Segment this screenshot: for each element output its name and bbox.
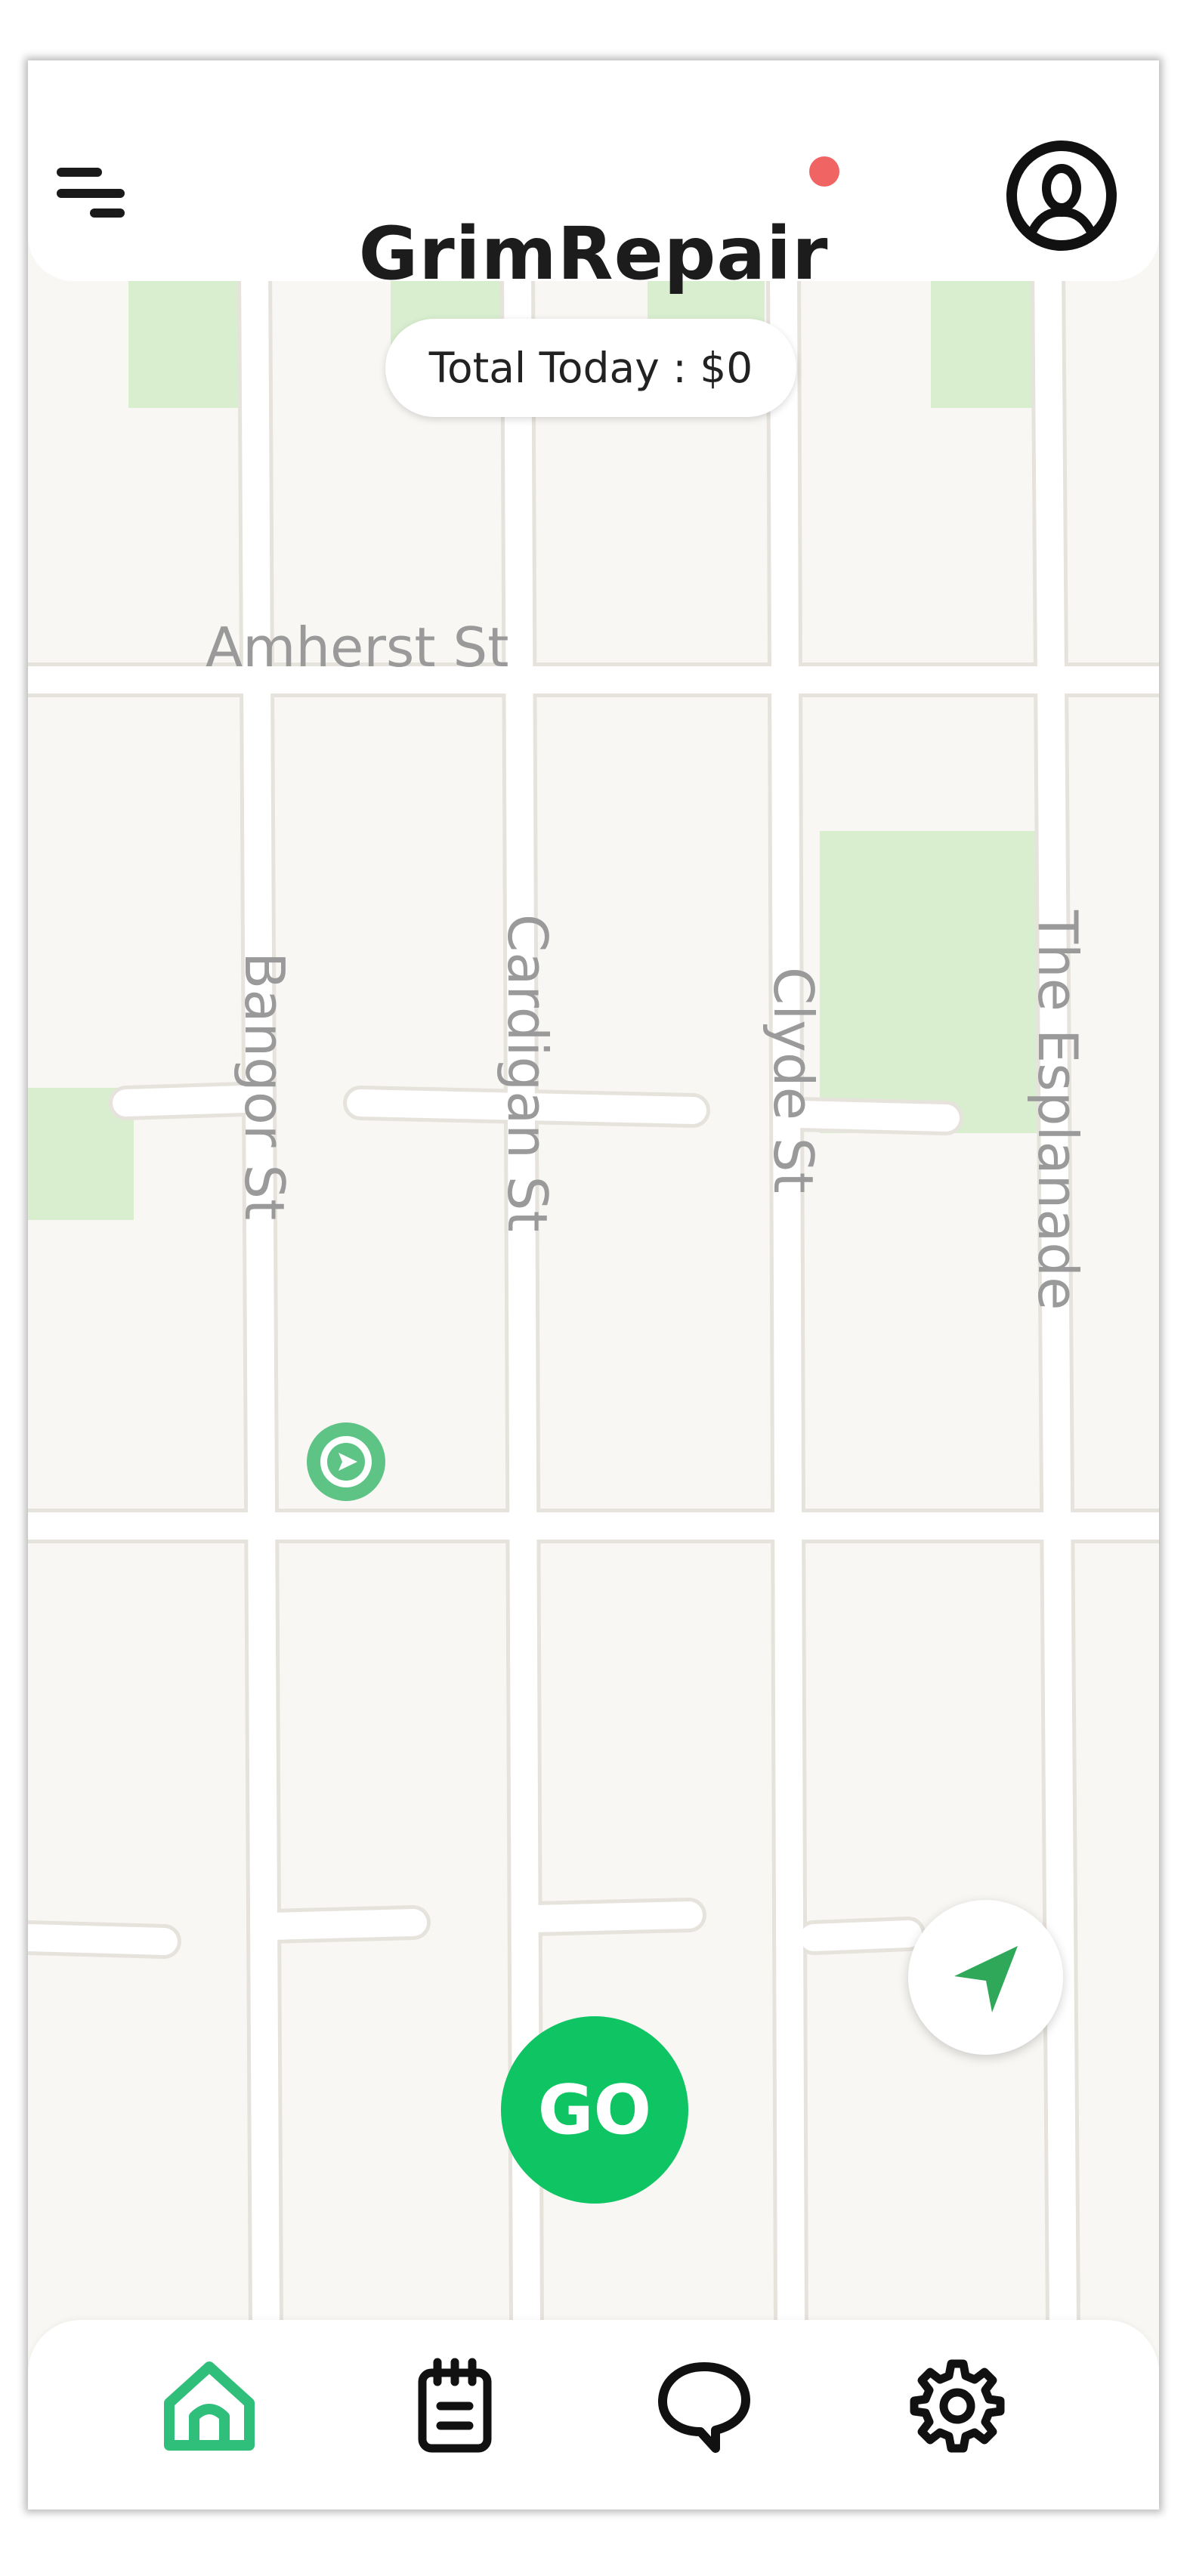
street-label-bangor: Bangor St: [233, 952, 296, 1220]
notepad-icon[interactable]: [406, 2356, 504, 2454]
total-today-badge: Total Today : $0: [385, 319, 796, 417]
user-profile-icon[interactable]: [1004, 138, 1119, 253]
notification-dot: [809, 156, 839, 187]
street-label-esplanade: The Esplanade: [1026, 910, 1090, 1310]
app-screen: Amherst St Bangor St Cardigan St Clyde S…: [28, 60, 1159, 2510]
total-today-label: Total Today : $0: [428, 344, 753, 392]
chat-bubble-icon[interactable]: [655, 2356, 753, 2454]
go-label: GO: [537, 2070, 652, 2150]
gear-icon[interactable]: [908, 2356, 1006, 2454]
app-title: GrimRepair: [358, 212, 829, 296]
locate-button[interactable]: [908, 1900, 1063, 2055]
street-label-cardigan: Cardigan St: [496, 914, 559, 1232]
navigation-arrow-icon: [954, 1945, 1018, 2012]
street-label-amherst: Amherst St: [206, 616, 508, 679]
current-location-marker: [307, 1422, 385, 1501]
home-icon[interactable]: [160, 2356, 258, 2454]
bottom-nav: [28, 2320, 1159, 2510]
street-label-clyde: Clyde St: [762, 967, 825, 1194]
app-header: GrimRepair: [28, 60, 1159, 296]
go-button[interactable]: GO: [501, 2016, 688, 2204]
